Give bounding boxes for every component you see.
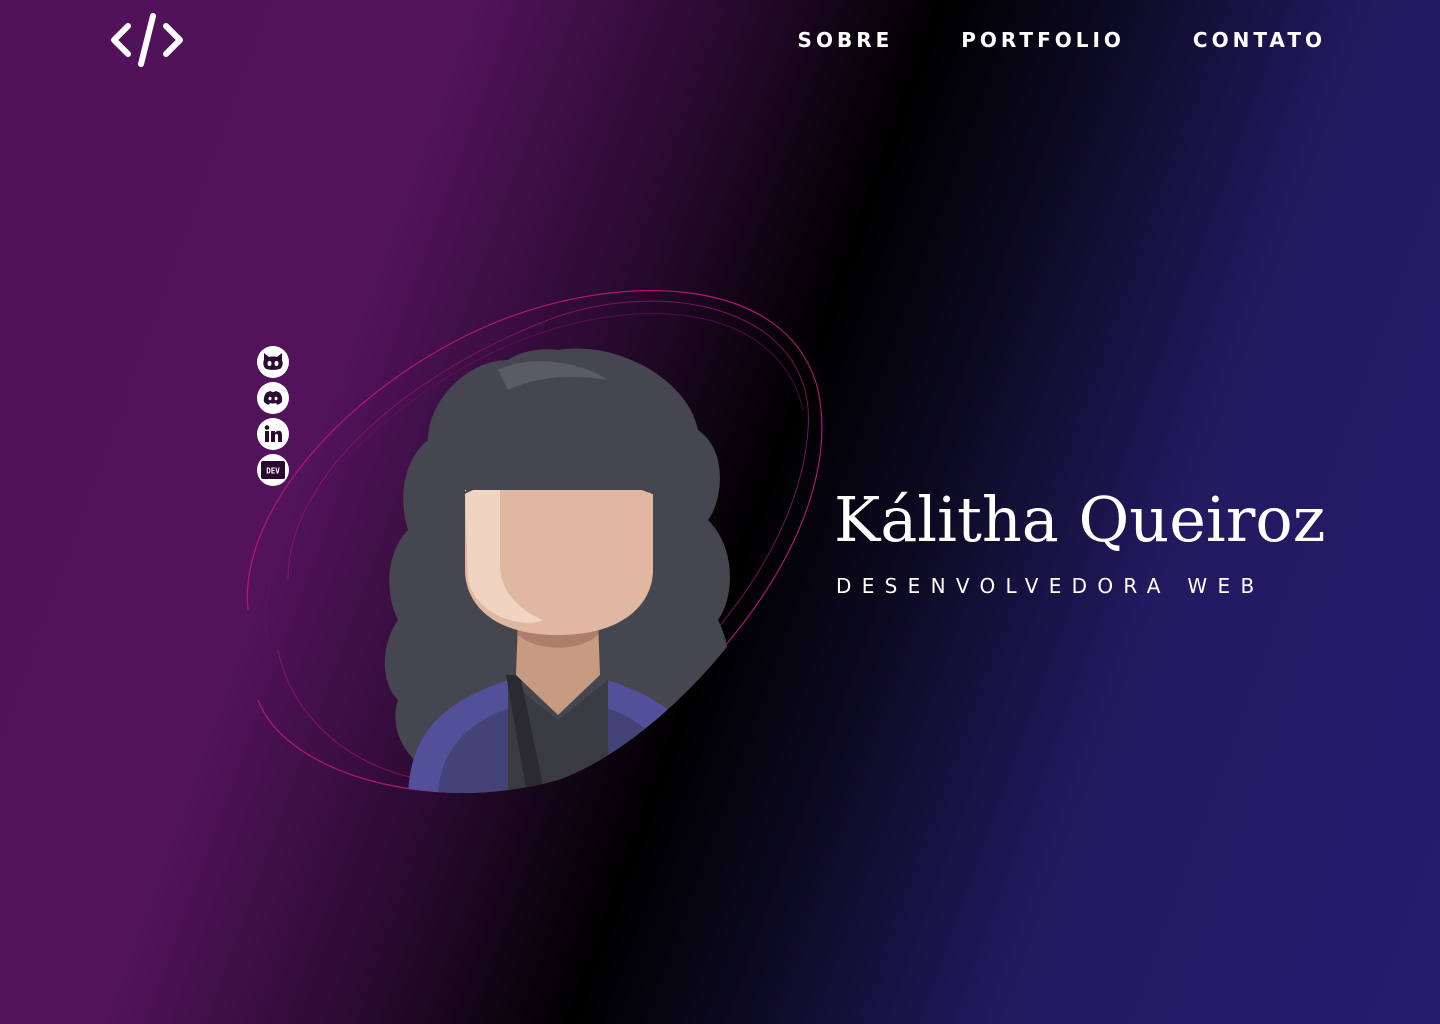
dev-icon-label: DEV — [266, 467, 280, 476]
github-icon — [263, 353, 283, 370]
nav-item-portfolio[interactable]: PORTFOLIO — [961, 26, 1125, 54]
social-links: DEV — [257, 346, 289, 486]
avatar-illustration — [228, 280, 848, 800]
dev-icon: DEV — [261, 461, 285, 479]
linkedin-icon — [264, 425, 282, 442]
hero-role: DESENVOLVEDORA WEB — [836, 574, 1265, 598]
nav-item-contato[interactable]: CONTATO — [1193, 26, 1326, 54]
github-link[interactable] — [257, 346, 289, 378]
discord-icon — [263, 391, 283, 405]
code-brackets-icon — [111, 13, 183, 67]
dev-link[interactable]: DEV — [257, 454, 289, 486]
nav-item-sobre[interactable]: SOBRE — [798, 26, 894, 54]
discord-link[interactable] — [257, 382, 289, 414]
logo[interactable] — [108, 10, 186, 70]
main-nav: SOBRE PORTFOLIO CONTATO — [798, 26, 1326, 54]
linkedin-link[interactable] — [257, 418, 289, 450]
hero-name: Kálitha Queiroz — [834, 483, 1326, 556]
